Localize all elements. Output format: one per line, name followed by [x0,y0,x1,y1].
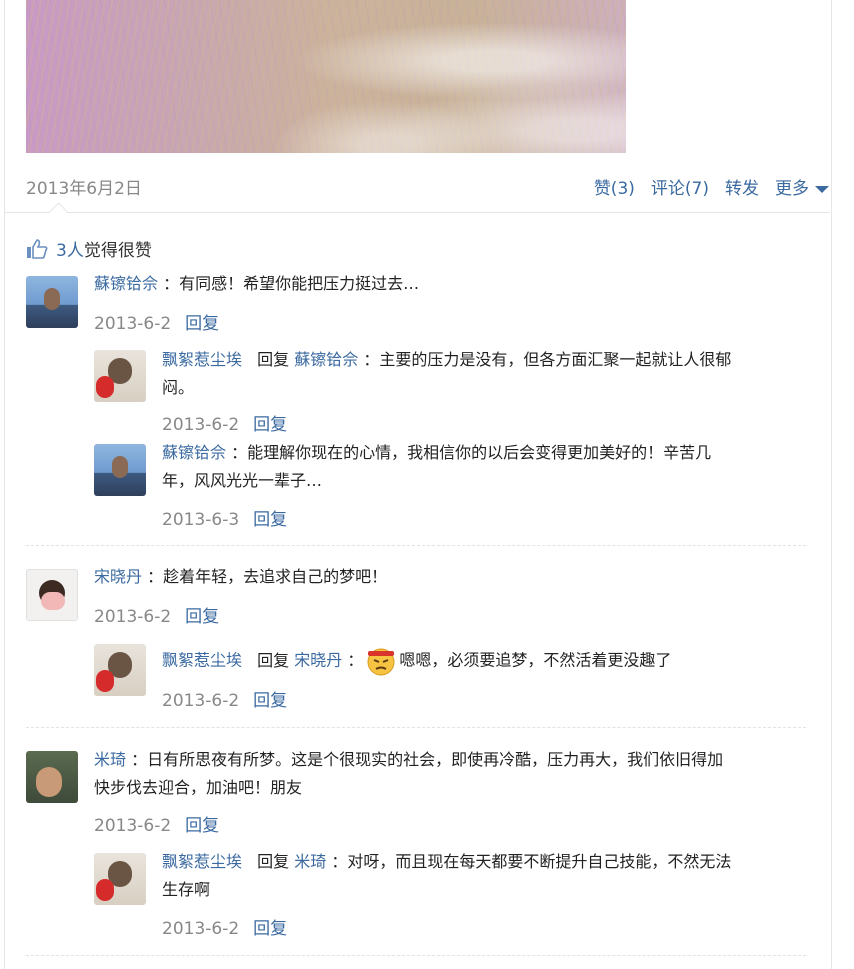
comment-text: 蘇镲铪佘 ：有同感！希望你能把压力挺过去… [94,270,806,298]
reply-to[interactable]: 米琦 [294,852,326,871]
forward-button[interactable]: 转发 [725,174,759,199]
reply-button[interactable]: 回复 [253,919,287,939]
reply-body: 嗯嗯，必须要追梦，不然活着更没趣了 [399,650,672,670]
reply-button[interactable]: 回复 [185,314,219,334]
reply-author[interactable]: 飘絮惹尘埃 [162,852,242,871]
comment-button[interactable]: 评论(7) [651,174,709,199]
reply-time: 2013-6-2 [162,415,240,435]
comment-body: ：日有所思夜有所梦。这是个很现实的社会，即使再冷酷，压力再大，我们依旧得加 [131,750,724,769]
chevron-down-icon [815,185,829,193]
reply-prefix: 回复 [257,650,290,670]
likes-suffix: 觉得很赞 [83,241,152,261]
reply-time: 2013-6-2 [162,919,240,939]
comment-author[interactable]: 宋晓丹 [94,567,142,586]
reply-button[interactable]: 回复 [253,691,287,711]
reply-prefix: 回复 [257,852,290,871]
avatar[interactable] [94,853,146,905]
avatar[interactable] [94,644,146,696]
comment-text: 宋晓丹 ：趁着年轻，去追求自己的梦吧！ [94,563,806,591]
comment-meta: 2013-6-2 回复 [94,309,219,334]
avatar[interactable] [26,569,78,621]
comment-meta: 2013-6-2 回复 [94,602,219,627]
reply-text: 飘絮惹尘埃 回复 蘇镲铪佘 ：主要的压力是没有，但各方面汇聚一起就让人很郁 闷。 [162,346,812,402]
comment-body: ：有同感！希望你能把压力挺过去… [163,274,420,293]
reply-text: 飘絮惹尘埃 回复 宋晓丹 ： 嗯嗯，必须要追梦，不然活着更没趣了 [162,645,812,677]
reply-prefix: 回复 [257,350,290,369]
likes-summary: 3人 觉得很赞 [26,236,152,261]
reply-author[interactable]: 蘇镲铪佘 [162,443,226,462]
divider [4,212,830,213]
reply-body-cont: 年，风风光光一辈子… [162,471,323,490]
reply-author[interactable]: 飘絮惹尘埃 [162,350,242,369]
comment-body: ：趁着年轻，去追求自己的梦吧！ [147,567,388,586]
reply-text: 蘇镲铪佘 ：能理解你现在的心情，我相信你的以后会变得更加美好的！辛苦几 年，风风… [162,439,812,495]
avatar[interactable] [26,276,78,328]
reply-colon: ： [347,650,364,670]
comment-time: 2013-6-2 [94,314,172,334]
comment-divider [26,545,806,546]
reply-meta: 2013-6-3 回复 [162,505,287,530]
comment-time: 2013-6-2 [94,607,172,627]
reply-meta: 2013-6-2 回复 [162,410,287,435]
post-photo[interactable] [26,0,626,153]
post-date: 2013年6月2日 [26,179,142,199]
reply-button[interactable]: 回复 [185,607,219,627]
reply-body-cont: 生存啊 [162,880,211,899]
comment-time: 2013-6-2 [94,816,172,836]
determined-face-icon [367,648,395,676]
reply-button[interactable]: 回复 [253,415,287,435]
avatar[interactable] [26,751,78,803]
reply-meta: 2013-6-2 回复 [162,686,287,711]
more-label: 更多 [775,179,809,199]
more-button[interactable]: 更多 [775,174,829,199]
reply-body: ：能理解你现在的心情，我相信你的以后会变得更加美好的！辛苦几 [231,443,712,462]
reply-button[interactable]: 回复 [185,816,219,836]
reply-author[interactable]: 飘絮惹尘埃 [162,651,242,670]
comment-author[interactable]: 蘇镲铪佘 [94,274,158,293]
reply-meta: 2013-6-2 回复 [162,914,287,939]
post-actions: 赞(3) 评论(7) 转发 更多 [594,174,829,199]
comment-author[interactable]: 米琦 [94,750,126,769]
comment-text: 米琦 ：日有所思夜有所梦。这是个很现实的社会，即使再冷酷，压力再大，我们依旧得加… [94,746,814,802]
reply-time: 2013-6-3 [162,510,240,530]
comment-divider [26,727,806,728]
reply-to[interactable]: 蘇镲铪佘 [294,350,358,369]
thumbs-up-icon [27,238,48,259]
avatar[interactable] [94,444,146,496]
reply-button[interactable]: 回复 [253,510,287,530]
reply-body: ：对呀，而且现在每天都要不断提升自己技能，不然无法 [331,852,732,871]
comment-divider [26,955,806,956]
comment-body-cont: 快步伐去迎合，加油吧！朋友 [94,778,303,797]
post-meta: 2013年6月2日 赞(3) 评论(7) 转发 更多 [26,174,829,200]
reply-text: 飘絮惹尘埃 回复 米琦 ：对呀，而且现在每天都要不断提升自己技能，不然无法 生存… [162,848,812,904]
comment-meta: 2013-6-2 回复 [94,811,219,836]
reply-time: 2013-6-2 [162,691,240,711]
reply-body: ：主要的压力是没有，但各方面汇聚一起就让人很郁 [363,350,732,369]
reply-to[interactable]: 宋晓丹 [294,651,342,670]
reply-body-cont: 闷。 [162,378,195,397]
likes-count[interactable]: 3人 [56,236,84,261]
avatar[interactable] [94,350,146,402]
like-button[interactable]: 赞(3) [594,174,635,199]
